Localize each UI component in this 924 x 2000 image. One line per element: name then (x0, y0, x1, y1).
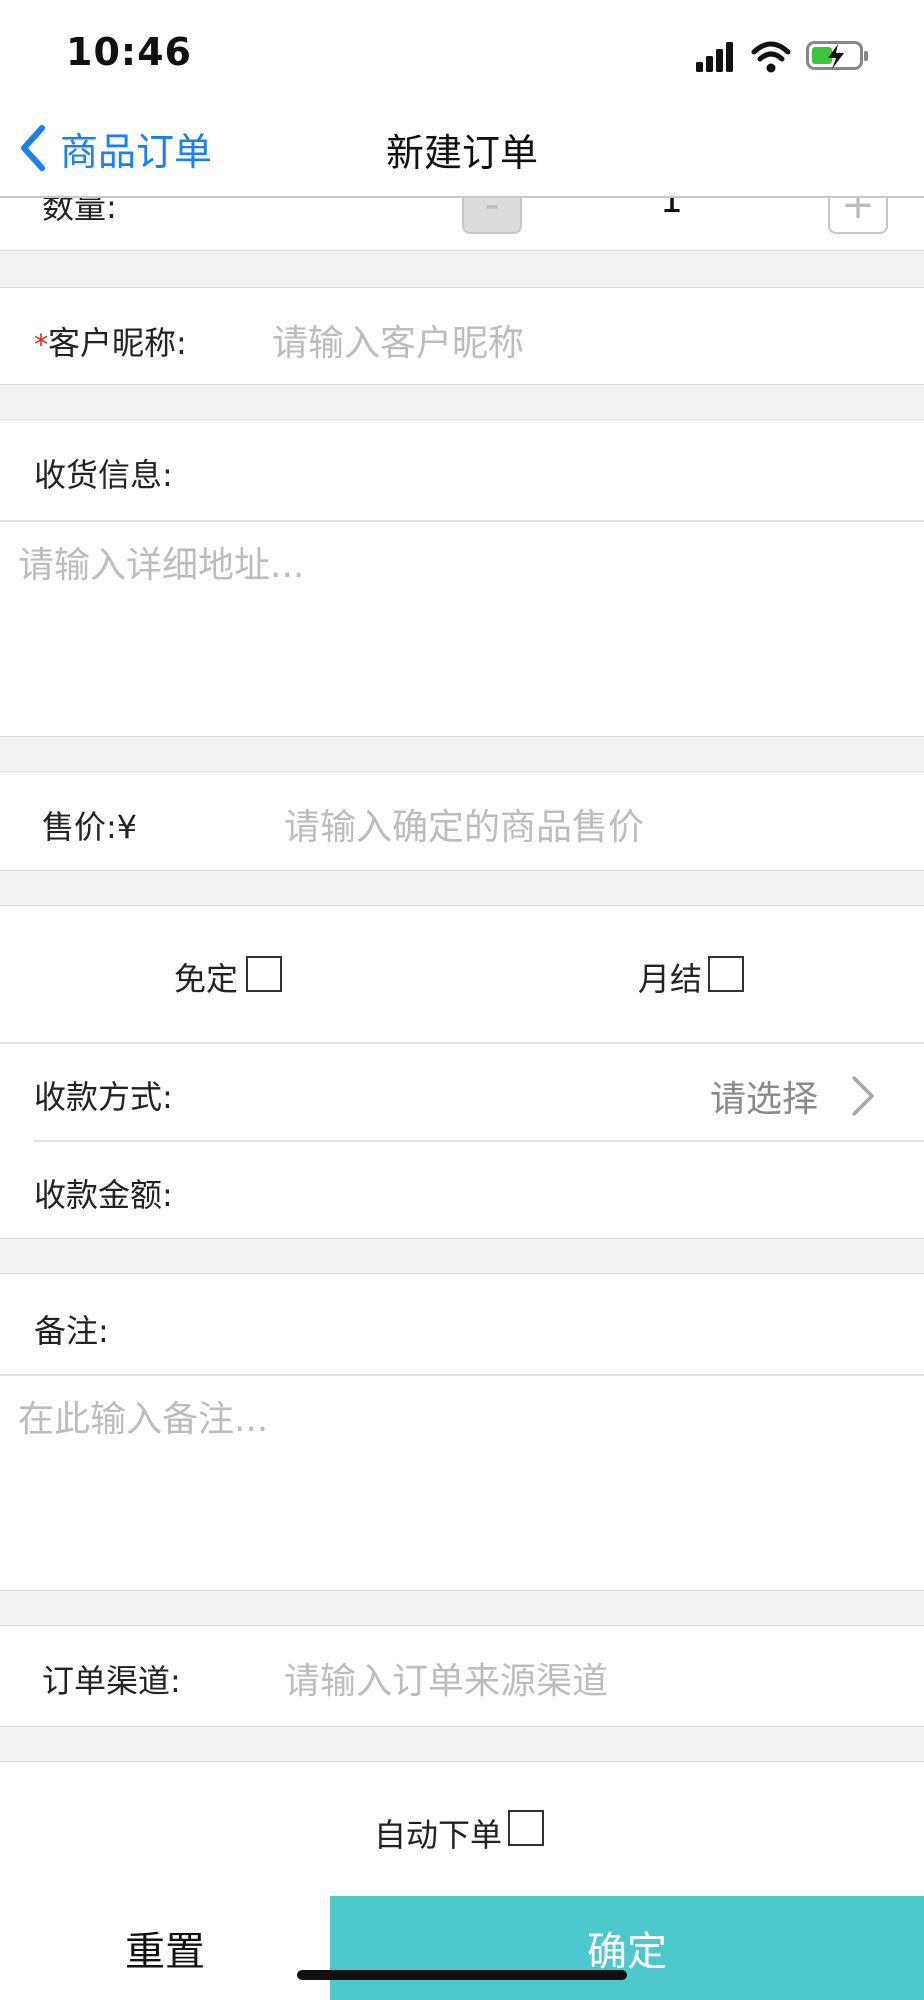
order-channel-input[interactable]: 请输入订单来源渠道 (284, 1652, 608, 1704)
remarks-label: 备注: (34, 1312, 109, 1350)
payment-amount-label: 收款金额: (34, 1176, 173, 1214)
home-indicator (297, 1970, 627, 1980)
section-separator (0, 736, 924, 772)
reset-button[interactable]: 重置 (0, 1896, 330, 2000)
free-deposit-checkbox[interactable] (246, 956, 282, 992)
navigation-bar: 商品订单 新建订单 (0, 100, 924, 198)
status-time: 10:46 (66, 30, 192, 74)
payment-method-label: 收款方式: (34, 1078, 173, 1116)
monthly-settlement-label: 月结 (638, 960, 703, 998)
section-separator (0, 870, 924, 906)
price-label: 售价:¥ (42, 808, 138, 846)
customer-nickname-input[interactable]: 请输入客户昵称 (272, 314, 524, 366)
divider (0, 1374, 924, 1376)
customer-label: 客户昵称: (48, 324, 187, 362)
wifi-icon (751, 41, 791, 73)
status-icons (696, 41, 868, 73)
confirm-button[interactable]: 确定 (330, 1896, 924, 2000)
auto-order-checkbox[interactable] (508, 1810, 544, 1846)
battery-charging-icon (806, 41, 868, 70)
order-channel-label: 订单渠道: (42, 1662, 181, 1700)
monthly-settlement-checkbox[interactable] (708, 956, 744, 992)
chevron-right-icon (852, 1076, 874, 1116)
customer-label-group: * 客户昵称: (34, 318, 187, 364)
section-separator (0, 384, 924, 420)
remarks-textarea[interactable]: 在此输入备注... (18, 1390, 908, 1580)
cellular-signal-icon (696, 42, 733, 72)
price-input[interactable]: 请输入确定的商品售价 (284, 798, 644, 850)
divider (0, 520, 924, 522)
payment-amount-input[interactable] (260, 1150, 900, 1230)
section-separator (0, 1590, 924, 1626)
required-marker: * (34, 328, 48, 361)
payment-method-value: 请选择 (710, 1079, 819, 1120)
page-title: 新建订单 (385, 131, 538, 175)
free-deposit-label: 免定 (174, 960, 239, 998)
address-textarea[interactable]: 请输入详细地址... (18, 536, 908, 726)
section-separator (0, 1238, 924, 1274)
divider (34, 1140, 924, 1142)
section-separator (0, 1726, 924, 1762)
section-separator (0, 250, 924, 288)
shipping-label: 收货信息: (34, 456, 173, 494)
payment-method-row[interactable]: 收款方式: 请选择 (0, 1044, 924, 1140)
auto-order-label: 自动下单 (374, 1816, 503, 1854)
